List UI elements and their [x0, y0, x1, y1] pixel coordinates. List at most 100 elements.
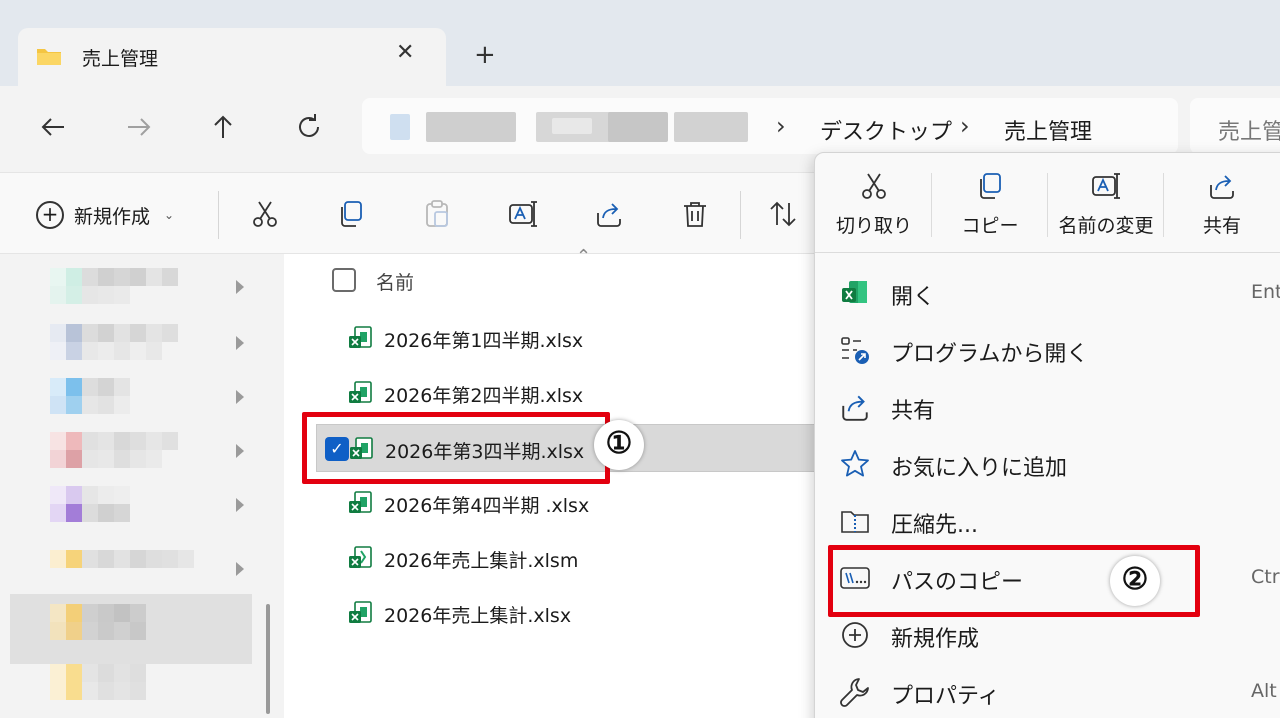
new-button[interactable]: + 新規作成 ⌄ [36, 201, 174, 229]
plus-circle-icon [842, 622, 868, 648]
paste-icon [426, 200, 448, 227]
menu-item-label: プロパティ [891, 684, 1000, 709]
excel-macro-file-icon [349, 546, 372, 568]
blurred-path-segment [674, 112, 748, 142]
file-name: 2026年第4四半期 .xlsx [384, 495, 590, 517]
share-icon [842, 395, 868, 421]
share-icon[interactable] [594, 199, 624, 229]
context-menu-quick-actions: 切り取り コピー 名前の変更 共有 [815, 153, 1280, 253]
back-arrow-icon[interactable] [38, 112, 68, 142]
expand-arrow-icon[interactable] [236, 444, 244, 458]
chevron-down-icon: ⌄ [164, 208, 175, 222]
menu-item-label: お気に入りに追加 [891, 456, 1068, 481]
rename-label: 名前の変更 [1058, 215, 1154, 237]
breadcrumb-chevron-icon: › [776, 112, 786, 140]
step-2-badge: ② [1110, 556, 1160, 606]
breadcrumb-sales-management[interactable]: 売上管理 [1004, 114, 1092, 146]
blurred-path-segment [390, 114, 410, 140]
blurred-path-segment [608, 112, 668, 142]
search-input[interactable]: 売上管 [1190, 98, 1280, 154]
navigation-pane [0, 254, 284, 718]
star-icon [841, 450, 869, 477]
menu-item-label: 新規作成 [891, 627, 980, 652]
wrench-icon [840, 678, 869, 707]
expand-arrow-icon[interactable] [236, 280, 244, 294]
nav-item[interactable] [50, 324, 250, 364]
highlight-box-step1 [302, 412, 610, 484]
blurred-nav-item [50, 486, 194, 522]
nav-item[interactable] [50, 664, 250, 704]
blurred-path-segment [426, 112, 516, 142]
shortcut-hint: Ctrl [1251, 566, 1280, 588]
share-button[interactable]: 共有 [1167, 171, 1277, 238]
address-bar[interactable]: › デスクトップ › 売上管理 [362, 98, 1178, 154]
menu-item-compress[interactable]: 圧縮先... [815, 493, 1280, 549]
sort-icon[interactable] [768, 199, 798, 229]
excel-file-icon [349, 491, 372, 513]
nav-item[interactable] [50, 486, 250, 526]
file-row[interactable]: 2026年第1四半期.xlsx [316, 314, 844, 362]
forward-arrow-icon[interactable] [124, 112, 154, 142]
step-1-badge: ① [594, 420, 644, 470]
new-button-label: 新規作成 [74, 205, 151, 228]
search-placeholder: 売上管 [1218, 120, 1280, 145]
scrollbar-thumb[interactable] [266, 604, 270, 714]
expand-arrow-icon[interactable] [236, 336, 244, 350]
expand-arrow-icon[interactable] [236, 390, 244, 404]
tab-title: 売上管理 [82, 48, 159, 70]
copy-icon [980, 173, 1001, 199]
nav-item[interactable] [50, 378, 250, 418]
folder-icon [37, 49, 61, 65]
blurred-nav-item [50, 378, 194, 414]
file-name: 2026年第1四半期.xlsx [384, 330, 584, 352]
share-label: 共有 [1202, 215, 1241, 237]
expand-arrow-icon[interactable] [236, 498, 244, 512]
divider [1163, 173, 1164, 237]
divider [218, 191, 219, 239]
rename-icon[interactable] [508, 199, 538, 229]
trash-icon[interactable] [680, 199, 710, 229]
menu-item-open[interactable]: 開く Ent [815, 265, 1280, 321]
expand-arrow-icon[interactable] [236, 562, 244, 576]
excel-file-icon [349, 601, 372, 623]
refresh-icon[interactable] [294, 112, 324, 142]
file-row[interactable]: 2026年売上集計.xlsx [316, 589, 844, 637]
tab-sales-management[interactable]: 売上管理 ✕ [18, 28, 446, 86]
breadcrumb-desktop[interactable]: デスクトップ [820, 114, 952, 146]
excel-file-icon [349, 326, 372, 348]
file-row[interactable]: 2026年売上集計.xlsm [316, 534, 844, 582]
select-all-checkbox[interactable] [332, 268, 356, 292]
up-arrow-icon[interactable] [208, 112, 238, 142]
scissors-icon[interactable] [250, 199, 280, 229]
menu-item-open-with[interactable]: プログラムから開く [815, 322, 1280, 378]
nav-item[interactable] [50, 550, 250, 590]
copy-icon[interactable] [336, 199, 366, 229]
excel-file-icon [349, 381, 372, 403]
menu-item-add-favorite[interactable]: お気に入りに追加 [815, 436, 1280, 492]
rename-icon [1092, 173, 1120, 199]
zip-folder-icon [841, 511, 869, 533]
divider [740, 191, 741, 239]
file-row[interactable]: 2026年第2四半期.xlsx [316, 369, 844, 417]
menu-item-properties[interactable]: プロパティ Alt [815, 664, 1280, 718]
nav-item[interactable] [50, 604, 250, 644]
nav-item[interactable] [50, 268, 250, 308]
column-header-name[interactable]: 名前 [376, 268, 414, 295]
menu-item-label: プログラムから開く [891, 342, 1089, 367]
blurred-nav-item [50, 432, 194, 468]
share-icon [1210, 175, 1234, 199]
blurred-nav-item [50, 550, 194, 568]
new-tab-button[interactable]: + [474, 40, 496, 70]
plus-circle-icon: + [36, 201, 64, 229]
cut-label: 切り取り [835, 215, 912, 237]
menu-item-share[interactable]: 共有 [815, 379, 1280, 435]
file-row[interactable]: 2026年第4四半期 .xlsx [316, 479, 844, 527]
context-menu: 切り取り コピー 名前の変更 共有 開く Ent プログラムから開く 共有 お気… [814, 152, 1280, 718]
rename-button[interactable]: 名前の変更 [1051, 171, 1161, 238]
close-tab-icon[interactable]: ✕ [396, 40, 414, 65]
copy-button[interactable]: コピー [935, 171, 1045, 238]
file-name: 2026年売上集計.xlsm [384, 550, 579, 572]
nav-item[interactable] [50, 432, 250, 472]
tab-strip: 売上管理 ✕ + [0, 0, 1280, 86]
cut-button[interactable]: 切り取り [819, 171, 929, 238]
